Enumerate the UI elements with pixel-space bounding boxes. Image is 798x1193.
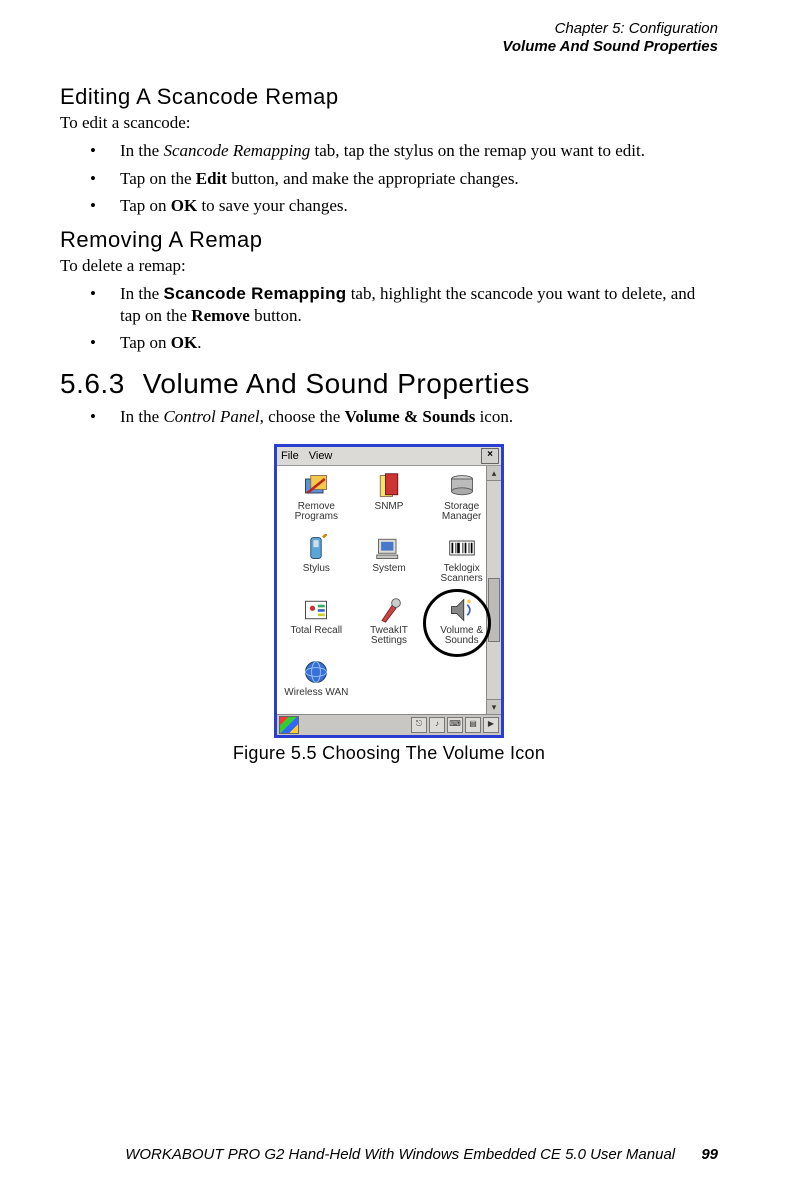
scroll-down-icon[interactable]: [487, 699, 501, 714]
page: Chapter 5: Configuration Volume And Soun…: [0, 0, 798, 1193]
list-item: In the Control Panel, choose the Volume …: [60, 406, 718, 428]
section-title: Volume And Sound Properties: [143, 368, 530, 399]
icon-grid: Remove Programs SNMP Storage Manager: [277, 466, 501, 714]
remove-programs-icon: [302, 472, 330, 500]
list-editing: In the Scancode Remapping tab, tap the s…: [60, 140, 718, 217]
tray-icon[interactable]: ⌨: [447, 717, 463, 733]
device-screenshot: File View × Remove Programs SNMP: [274, 444, 504, 738]
icon-snmp[interactable]: SNMP: [354, 472, 425, 530]
stylus-icon: [302, 534, 330, 562]
close-icon[interactable]: ×: [481, 448, 499, 464]
running-header: Chapter 5: Configuration Volume And Soun…: [60, 20, 718, 56]
list-item: Tap on OK.: [60, 332, 718, 354]
icon-system[interactable]: System: [354, 534, 425, 592]
total-recall-icon: [302, 596, 330, 624]
storage-manager-icon: [448, 472, 476, 500]
taskbar: ⎋ ♪ ⌨ ▤ ▶: [277, 714, 501, 735]
empty-cell: [354, 658, 425, 716]
list-item: In the Scancode Remapping tab, tap the s…: [60, 140, 718, 162]
icon-wireless-wan[interactable]: Wireless WAN: [281, 658, 352, 716]
figure-caption: Figure 5.5 Choosing The Volume Icon: [60, 743, 718, 764]
start-button-icon[interactable]: [279, 716, 299, 734]
tray-icon[interactable]: ▤: [465, 717, 481, 733]
list-removing: In the Scancode Remapping tab, highlight…: [60, 283, 718, 354]
icon-total-recall[interactable]: Total Recall: [281, 596, 352, 654]
page-number: 99: [701, 1146, 718, 1163]
speaker-icon: [448, 596, 476, 624]
icon-remove-programs[interactable]: Remove Programs: [281, 472, 352, 530]
list-item: Tap on the Edit button, and make the app…: [60, 168, 718, 190]
scroll-up-icon[interactable]: [487, 466, 501, 481]
system-icon: [375, 534, 403, 562]
icon-tweakit-settings[interactable]: TweakIT Settings: [354, 596, 425, 654]
list-item: In the Scancode Remapping tab, highlight…: [60, 283, 718, 327]
section-number: 5.6.3: [60, 368, 125, 399]
section-heading: 5.6.3 Volume And Sound Properties: [60, 368, 718, 400]
intro-editing: To edit a scancode:: [60, 112, 718, 134]
icon-stylus[interactable]: Stylus: [281, 534, 352, 592]
scroll-thumb[interactable]: [488, 578, 500, 642]
tray-icon[interactable]: ▶: [483, 717, 499, 733]
scrollbar[interactable]: [486, 466, 501, 714]
subhead-editing: Editing A Scancode Remap: [60, 84, 718, 110]
menu-file[interactable]: File: [281, 450, 299, 462]
header-section: Volume And Sound Properties: [60, 38, 718, 56]
barcode-icon: [448, 534, 476, 562]
tray-icon[interactable]: ♪: [429, 717, 445, 733]
system-tray: ⎋ ♪ ⌨ ▤ ▶: [411, 717, 499, 733]
page-footer: WORKABOUT PRO G2 Hand-Held With Windows …: [125, 1146, 718, 1163]
tweakit-icon: [375, 596, 403, 624]
subhead-removing: Removing A Remap: [60, 227, 718, 253]
menubar: File View ×: [277, 447, 501, 466]
snmp-icon: [375, 472, 403, 500]
figure: File View × Remove Programs SNMP: [60, 444, 718, 764]
globe-icon: [302, 658, 330, 686]
header-chapter: Chapter 5: Configuration: [60, 20, 718, 38]
menu-view[interactable]: View: [309, 450, 333, 462]
footer-text: WORKABOUT PRO G2 Hand-Held With Windows …: [125, 1146, 675, 1163]
tray-icon[interactable]: ⎋: [411, 717, 427, 733]
intro-removing: To delete a remap:: [60, 255, 718, 277]
list-563: In the Control Panel, choose the Volume …: [60, 406, 718, 428]
list-item: Tap on OK to save your changes.: [60, 195, 718, 217]
